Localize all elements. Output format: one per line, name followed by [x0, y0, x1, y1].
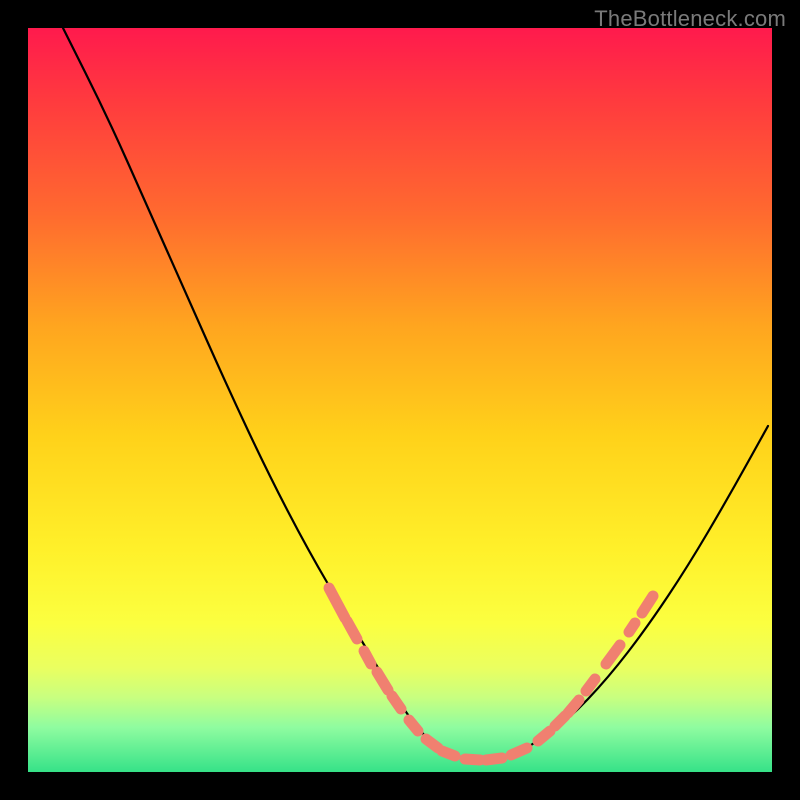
highlight-dash	[347, 621, 357, 639]
highlight-dash	[511, 748, 527, 755]
highlight-dash	[409, 720, 418, 731]
plot-area	[28, 28, 772, 772]
highlight-dash	[364, 651, 371, 664]
highlight-dash	[442, 751, 455, 756]
highlight-dash	[392, 696, 401, 709]
highlight-dash	[538, 731, 550, 741]
chart-svg	[28, 28, 772, 772]
highlight-dashes-group	[329, 588, 653, 760]
highlight-dash	[486, 758, 502, 760]
highlight-dash	[606, 645, 620, 664]
watermark-text: TheBottleneck.com	[594, 6, 786, 32]
highlight-dash	[642, 596, 653, 613]
highlight-dash	[586, 679, 595, 691]
highlight-dash	[377, 672, 388, 690]
highlight-dash	[426, 739, 438, 748]
highlight-dash	[629, 623, 635, 632]
highlight-dash	[555, 716, 565, 726]
highlight-dash	[465, 759, 480, 760]
bottleneck-curve	[63, 28, 768, 760]
highlight-dash	[329, 588, 345, 618]
